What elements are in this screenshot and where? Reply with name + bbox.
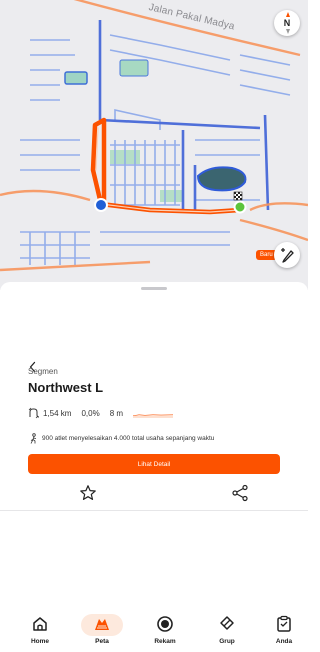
end-marker	[233, 200, 247, 214]
athletes-icon	[30, 433, 37, 444]
group-icon	[220, 616, 234, 630]
nav-item-group[interactable]: Grup	[201, 614, 253, 652]
bottom-navigation: Home Peta Rekam Grup Anda	[0, 612, 308, 652]
route-builder-button[interactable]	[274, 242, 300, 268]
start-marker	[94, 198, 108, 212]
sheet-drag-handle[interactable]	[141, 287, 167, 290]
pencil-plus-icon	[281, 248, 294, 263]
distance-icon	[28, 407, 40, 419]
map-icon	[95, 619, 109, 630]
compass-label: N	[283, 18, 291, 28]
segment-actions	[0, 480, 308, 506]
nav-label-group: Grup	[219, 638, 235, 645]
segment-type-label: Segmen	[28, 367, 58, 376]
finish-flag-icon	[233, 191, 243, 201]
segment-grade: 0,0%	[81, 408, 100, 418]
segment-elevation: 8 m	[109, 408, 124, 418]
share-icon[interactable]	[231, 484, 249, 502]
athletes-text: 900 atlet menyelesaikan 4.000 total usah…	[42, 435, 215, 442]
nav-item-profile[interactable]: Anda	[258, 614, 310, 652]
nav-item-map[interactable]: Peta	[76, 614, 128, 652]
nav-item-record[interactable]: Rekam	[139, 614, 191, 652]
segment-distance: 1,54 km	[43, 408, 72, 418]
profile-icon	[277, 615, 291, 632]
compass-needle-icon	[286, 12, 290, 17]
segment-name: Northwest L	[28, 380, 104, 395]
record-icon	[157, 616, 173, 632]
view-details-button[interactable]: Lihat Detail	[28, 454, 280, 474]
segment-sheet: Segmen Northwest L 1,54 km 0,0% 8 m 900 …	[0, 282, 308, 592]
elevation-profile	[133, 414, 174, 418]
nav-label-profile: Anda	[275, 638, 293, 645]
home-icon	[33, 617, 47, 631]
map-canvas[interactable]	[0, 0, 308, 290]
athletes-summary: 900 atlet menyelesaikan 4.000 total usah…	[28, 433, 214, 444]
segment-stats: 1,54 km 0,0% 8 m	[28, 407, 174, 419]
compass-button[interactable]: N	[274, 10, 300, 36]
star-icon[interactable]	[79, 484, 97, 502]
nav-label-record: Rekam	[154, 638, 176, 645]
nav-label-home: Home	[30, 638, 50, 645]
nav-item-home[interactable]: Home	[14, 614, 66, 652]
nav-label-map: Peta	[95, 638, 109, 645]
map-view[interactable]: Jalan Pakal Madya N Baru	[0, 0, 308, 290]
divider	[0, 510, 308, 511]
